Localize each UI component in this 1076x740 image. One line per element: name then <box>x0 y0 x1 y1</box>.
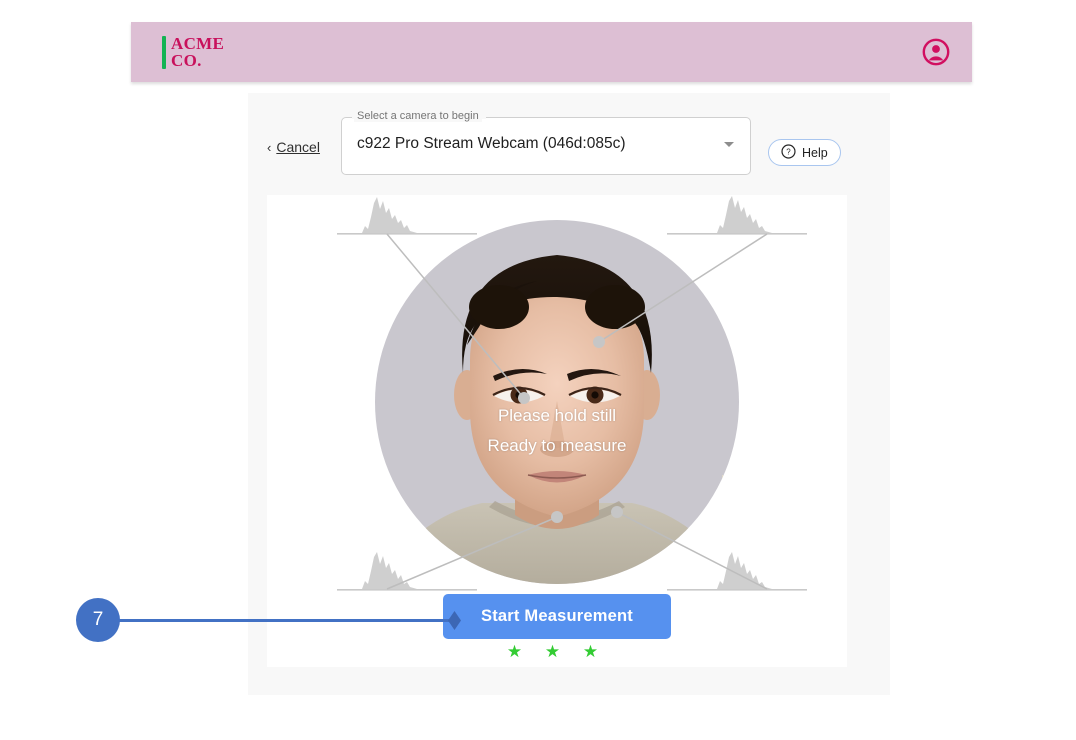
camera-select-label: Select a camera to begin <box>354 110 482 122</box>
question-circle-icon: ? <box>781 143 796 162</box>
cancel-button[interactable]: ‹ Cancel <box>267 139 320 155</box>
chevron-left-icon: ‹ <box>267 139 272 155</box>
help-button[interactable]: ? Help <box>768 139 841 166</box>
brand-accent-bar <box>162 35 166 69</box>
start-measurement-button[interactable]: Start Measurement <box>443 594 671 639</box>
control-row: ‹ Cancel Select a camera to begin c922 P… <box>248 110 890 181</box>
camera-select[interactable]: Select a camera to begin c922 Pro Stream… <box>341 110 751 175</box>
app-header: ACME CO. <box>131 22 972 82</box>
help-label: Help <box>802 145 828 160</box>
camera-preview-panel[interactable]: Please hold still Ready to measure Start… <box>267 195 847 667</box>
chevron-down-icon[interactable] <box>724 142 734 147</box>
user-circle-icon[interactable] <box>922 38 950 66</box>
brand-name-line1: ACME <box>171 34 225 53</box>
callout-leader-line <box>113 619 457 622</box>
brand-name-line2: CO. <box>171 51 202 70</box>
brand-name: ACME CO. <box>171 35 224 69</box>
cancel-label: Cancel <box>276 139 320 155</box>
callout-badge-7: 7 <box>76 598 120 642</box>
camera-select-value: c922 Pro Stream Webcam (046d:085c) <box>357 135 626 152</box>
svg-text:?: ? <box>786 147 791 156</box>
signal-quality-stars: ★ ★ ★ <box>506 642 608 661</box>
brand-logo: ACME CO. <box>162 35 224 69</box>
app-root: ACME CO. ‹ Cancel Select a camera to beg… <box>0 0 1076 740</box>
